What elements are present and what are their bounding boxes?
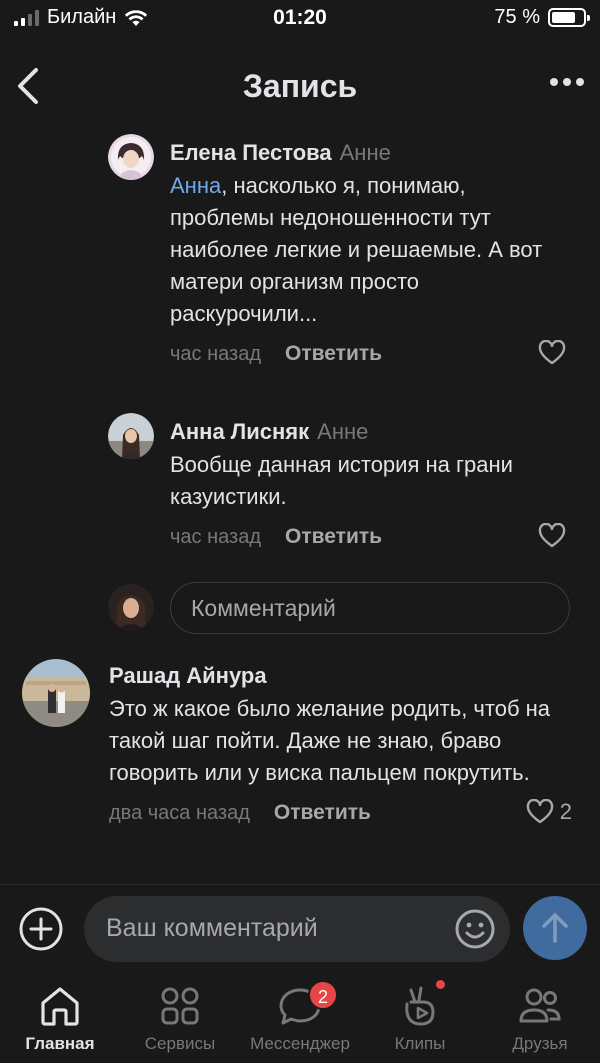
mention-link[interactable]: Анна — [170, 173, 221, 198]
new-indicator — [436, 980, 445, 989]
tab-home[interactable]: Главная — [0, 978, 120, 1054]
message-input[interactable]: Ваш комментарий — [84, 896, 510, 962]
comment-time: два часа назад — [109, 801, 250, 824]
more-horizontal-icon[interactable] — [550, 78, 584, 86]
comment-time: час назад — [170, 342, 262, 365]
comment-text: Это ж какое было желание родить, чтоб на… — [109, 693, 572, 789]
comment-item: Анна Лисняк Анне Вообще данная история на… — [108, 413, 572, 551]
friends-icon — [519, 988, 561, 1023]
tab-label: Главная — [25, 1034, 95, 1053]
heart-icon — [538, 340, 566, 365]
reply-button[interactable]: Ответить — [285, 342, 382, 366]
comment-meta: два часа назад Ответить 2 — [109, 799, 572, 827]
tab-messenger[interactable]: 2 Мессенджер — [240, 978, 360, 1054]
battery-icon — [548, 8, 590, 27]
author-name[interactable]: Рашад Айнура — [109, 663, 267, 688]
status-bar: Билайн 01:20 75 % — [0, 0, 600, 38]
tab-friends[interactable]: Друзья — [480, 978, 600, 1054]
comment-input[interactable]: Комментарий — [170, 582, 570, 634]
comment-body: Это ж какое было желание родить, чтоб на… — [109, 696, 551, 785]
comment-meta: час назад Ответить — [170, 523, 572, 551]
header: Запись — [0, 48, 600, 124]
heart-icon — [538, 523, 566, 548]
plus-circle-icon[interactable] — [18, 906, 64, 952]
author-name[interactable]: Елена Пестова — [170, 140, 332, 165]
send-button[interactable] — [523, 896, 587, 960]
avatar — [108, 584, 154, 630]
unread-badge: 2 — [308, 980, 338, 1010]
battery-group: 75 % — [494, 6, 590, 29]
comment-body: , насколько я, понимаю, проблемы недонош… — [170, 173, 543, 326]
tab-services[interactable]: Сервисы — [120, 978, 240, 1054]
author-name[interactable]: Анна Лисняк — [170, 419, 309, 444]
page-title: Запись — [242, 68, 358, 104]
tab-label: Мессенджер — [250, 1034, 350, 1053]
comment-time: час назад — [170, 525, 262, 548]
tab-bar: Главная Сервисы 2 Мессенджер Клипы Друзь… — [0, 978, 600, 1063]
comment-item: Елена Пестова Анне Анна, насколько я, пон… — [108, 134, 572, 368]
comment-body: Вообще данная история на грани казуистик… — [170, 452, 513, 509]
comment-author[interactable]: Елена Пестова Анне — [170, 140, 572, 166]
reply-to: Анне — [339, 140, 391, 165]
avatar[interactable] — [22, 659, 90, 727]
like-button[interactable]: 2 — [526, 799, 572, 825]
comment-author[interactable]: Анна Лисняк Анне — [170, 419, 572, 445]
heart-icon — [526, 799, 553, 824]
tab-label: Сервисы — [144, 1034, 216, 1053]
like-count: 2 — [559, 799, 572, 824]
battery-percent: 75 % — [494, 6, 540, 28]
reply-button[interactable]: Ответить — [274, 801, 371, 825]
home-icon — [41, 987, 79, 1026]
reply-composer: Комментарий — [108, 582, 570, 634]
like-button[interactable] — [538, 523, 572, 549]
divider — [0, 884, 600, 885]
avatar[interactable] — [108, 134, 154, 180]
reply-button[interactable]: Ответить — [285, 525, 382, 549]
reply-to: Анне — [317, 419, 369, 444]
comment-meta: час назад Ответить — [170, 340, 572, 368]
arrow-up-icon — [542, 913, 568, 943]
avatar[interactable] — [108, 413, 154, 459]
message-input-placeholder: Ваш комментарий — [106, 914, 318, 942]
tab-clips[interactable]: Клипы — [360, 978, 480, 1054]
comment-item: Рашад Айнура Это ж какое было желание ро… — [22, 659, 572, 827]
comment-text: Анна, насколько я, понимаю, проблемы нед… — [170, 170, 572, 330]
like-button[interactable] — [538, 340, 572, 366]
services-icon — [161, 987, 199, 1025]
comment-text: Вообще данная история на грани казуистик… — [170, 449, 572, 513]
tab-label: Друзья — [512, 1034, 568, 1053]
comment-author[interactable]: Рашад Айнура — [109, 663, 572, 689]
battery-fill — [552, 12, 575, 23]
tab-label: Клипы — [394, 1034, 446, 1053]
clips-icon — [405, 986, 435, 1026]
smile-icon[interactable] — [454, 908, 496, 950]
